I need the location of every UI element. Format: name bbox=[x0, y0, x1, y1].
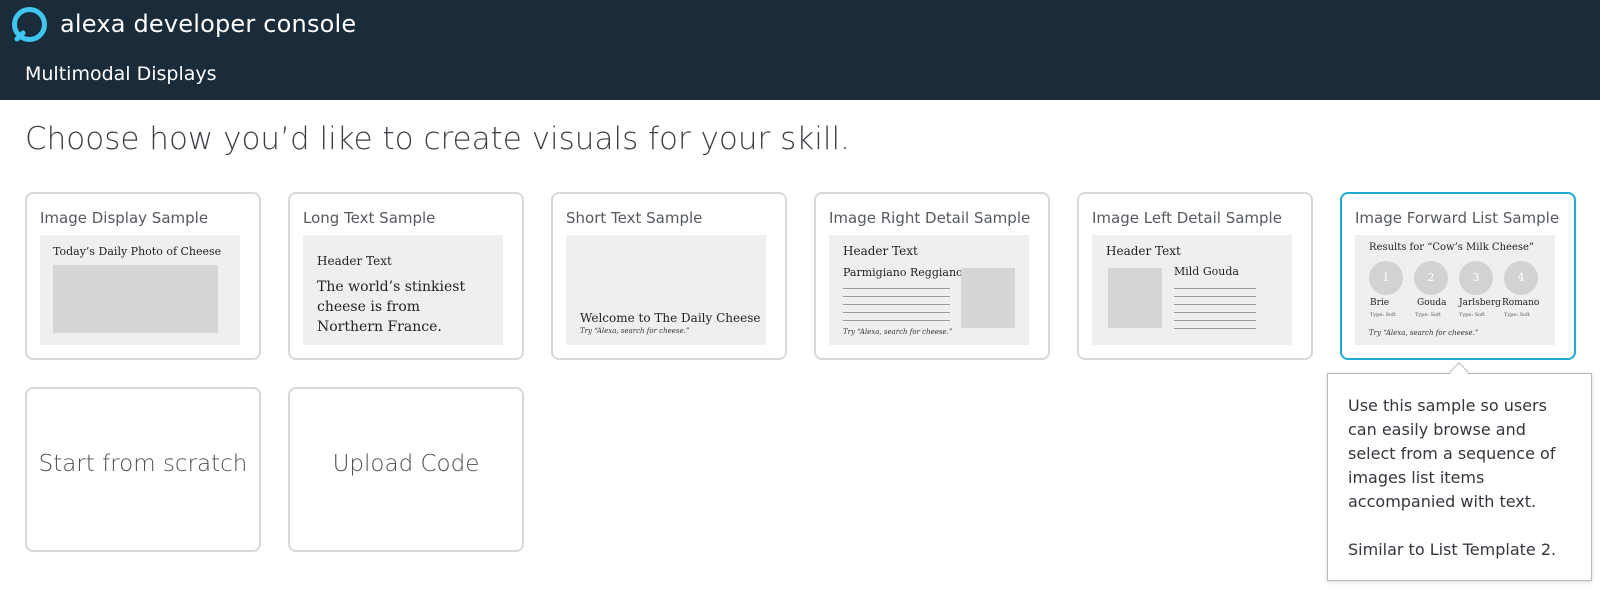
image-placeholder bbox=[1108, 268, 1162, 328]
list-item-name: Brie bbox=[1370, 298, 1390, 308]
card-title: Image Display Sample bbox=[40, 209, 209, 227]
preview-hint: Try “Alexa, search for cheese.” bbox=[1369, 329, 1479, 337]
text-line bbox=[1174, 328, 1256, 329]
card-title: Image Forward List Sample bbox=[1355, 209, 1560, 227]
template-card-long-text[interactable]: Long Text Sample Header Text The world’s… bbox=[288, 192, 524, 360]
list-item-type: Type: Soft bbox=[1504, 312, 1530, 318]
text-line bbox=[1174, 320, 1256, 321]
text-line bbox=[843, 288, 950, 289]
text-line bbox=[843, 320, 950, 321]
list-item-type: Type: Soft bbox=[1370, 312, 1396, 318]
preview-header: Results for “Cow’s Milk Cheese” bbox=[1369, 242, 1535, 253]
preview-item-title: Parmigiano Reggiano bbox=[843, 266, 963, 279]
preview-header: Header Text bbox=[1106, 244, 1181, 258]
brand-title[interactable]: alexa developer console bbox=[60, 10, 356, 38]
card-title: Image Left Detail Sample bbox=[1092, 209, 1282, 227]
template-preview: Header Text Parmigiano Reggiano Try “Ale… bbox=[829, 235, 1029, 345]
card-title: Long Text Sample bbox=[303, 209, 436, 227]
list-item-type: Type: Soft bbox=[1459, 312, 1485, 318]
text-line bbox=[1174, 304, 1256, 305]
template-preview: Header Text Mild Gouda bbox=[1092, 235, 1292, 345]
tooltip-description: Use this sample so users can easily brow… bbox=[1348, 396, 1556, 511]
upload-code-label: Upload Code bbox=[332, 451, 480, 477]
start-from-scratch-card[interactable]: Start from scratch bbox=[25, 387, 261, 552]
text-line bbox=[1174, 288, 1256, 289]
preview-primary-text: Welcome to The Daily Cheese bbox=[580, 311, 761, 325]
preview-item-title: Mild Gouda bbox=[1174, 265, 1239, 278]
list-item-name: Jarlsberg bbox=[1459, 298, 1501, 308]
preview-header: Header Text bbox=[843, 244, 918, 258]
text-line bbox=[843, 312, 950, 313]
preview-hint: Try “Alexa, search for cheese.” bbox=[843, 328, 953, 336]
template-card-short-text[interactable]: Short Text Sample Welcome to The Daily C… bbox=[551, 192, 787, 360]
preview-caption: Today’s Daily Photo of Cheese bbox=[53, 245, 222, 258]
template-preview: Welcome to The Daily Cheese Try “Alexa, … bbox=[566, 235, 766, 345]
template-card-image-left-detail[interactable]: Image Left Detail Sample Header Text Mil… bbox=[1077, 192, 1313, 360]
upload-code-card[interactable]: Upload Code bbox=[288, 387, 524, 552]
template-preview: Today’s Daily Photo of Cheese bbox=[40, 235, 240, 345]
list-item-thumbnail: 3 bbox=[1459, 261, 1493, 295]
card-title: Short Text Sample bbox=[566, 209, 703, 227]
page-title: Choose how you’d like to create visuals … bbox=[25, 121, 850, 157]
list-item-thumbnail: 1 bbox=[1369, 261, 1403, 295]
preview-header: Header Text bbox=[317, 254, 392, 268]
template-description-tooltip: Use this sample so users can easily brow… bbox=[1327, 373, 1592, 581]
image-placeholder bbox=[961, 268, 1015, 328]
list-item-thumbnail: 2 bbox=[1414, 261, 1448, 295]
preview-body: The world’s stinkiest cheese is from Nor… bbox=[317, 279, 466, 335]
image-placeholder bbox=[53, 265, 218, 333]
card-title: Image Right Detail Sample bbox=[829, 209, 1031, 227]
text-line bbox=[843, 304, 950, 305]
alexa-logo-icon[interactable] bbox=[11, 6, 48, 43]
start-from-scratch-label: Start from scratch bbox=[38, 451, 248, 477]
list-item-thumbnail: 4 bbox=[1504, 261, 1538, 295]
template-card-image-right-detail[interactable]: Image Right Detail Sample Header Text Pa… bbox=[814, 192, 1050, 360]
section-title: Multimodal Displays bbox=[25, 63, 217, 85]
list-item-name: Gouda bbox=[1417, 298, 1447, 308]
top-header: alexa developer console Multimodal Displ… bbox=[0, 0, 1600, 100]
template-preview: Results for “Cow’s Milk Cheese” 1 2 3 4 … bbox=[1355, 235, 1555, 345]
template-preview: Header Text The world’s stinkiest cheese… bbox=[303, 235, 503, 345]
list-item-name: Romano bbox=[1502, 298, 1540, 308]
tooltip-note: Similar to List Template 2. bbox=[1348, 540, 1557, 559]
text-line bbox=[1174, 296, 1256, 297]
template-card-image-forward-list[interactable]: Image Forward List Sample Results for “C… bbox=[1340, 192, 1576, 360]
list-item-type: Type: Soft bbox=[1415, 312, 1441, 318]
template-card-image-display[interactable]: Image Display Sample Today’s Daily Photo… bbox=[25, 192, 261, 360]
text-line bbox=[843, 296, 950, 297]
text-line bbox=[1174, 312, 1256, 313]
preview-hint: Try “Alexa, search for cheese.” bbox=[580, 327, 690, 335]
